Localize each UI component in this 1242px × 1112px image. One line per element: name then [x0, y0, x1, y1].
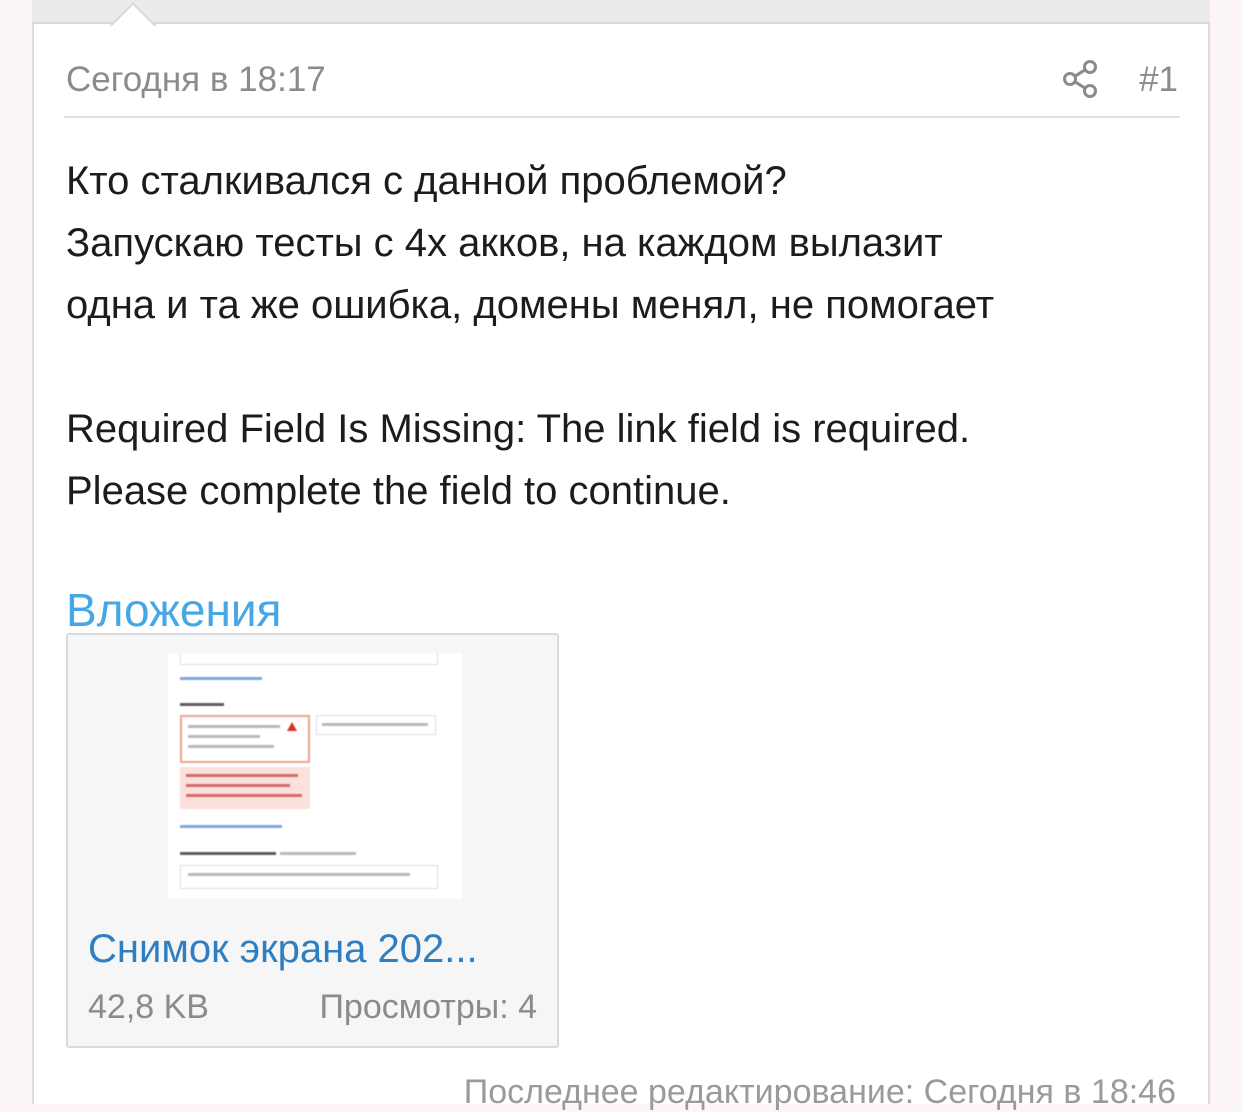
attachment-size: 42,8 KB — [88, 988, 209, 1026]
attachment-thumbnail[interactable] — [168, 653, 462, 899]
last-edit-info: Последнее редактирование: Сегодня в 18:4… — [463, 1073, 1176, 1111]
share-icon[interactable] — [1060, 58, 1102, 100]
previous-post-bottom — [32, 0, 1210, 24]
error-message-line: Required Field Is Missing: The link fiel… — [66, 407, 971, 451]
post-number-link[interactable]: #1 — [1139, 60, 1178, 100]
post-text-line: Запускаю тесты с 4х акков, на каждом выл… — [66, 221, 943, 265]
post-header: Сегодня в 18:17 #1 — [64, 58, 1180, 118]
error-message-line: Please complete the field to continue. — [66, 469, 731, 513]
post-date[interactable]: Сегодня в 18:17 — [66, 60, 326, 100]
post-text-line: одна и та же ошибка, домены менял, не по… — [66, 283, 995, 327]
attachment-name-link[interactable]: Снимок экрана 202... — [88, 925, 478, 973]
attachment-views: Просмотры: 4 — [319, 988, 537, 1026]
post-card: Сегодня в 18:17 #1 Кто сталкивался с дан… — [32, 24, 1210, 1111]
post-pointer — [106, 0, 160, 26]
post-text-line: Кто сталкивался с данной проблемой? — [66, 159, 787, 203]
attachment-card[interactable]: Снимок экрана 202... 42,8 KB Просмотры: … — [66, 633, 559, 1048]
post-body: Кто сталкивался с данной проблемой? Запу… — [66, 150, 1176, 522]
attachments-heading: Вложения — [66, 584, 282, 636]
